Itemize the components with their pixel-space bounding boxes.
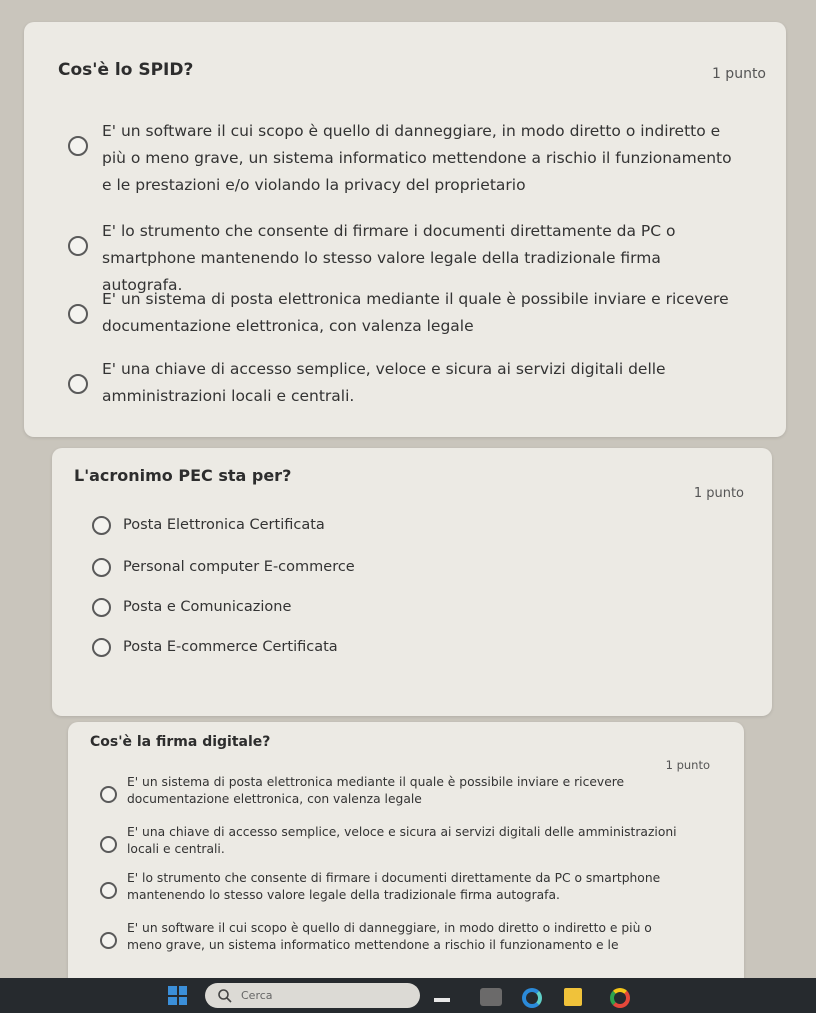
question-points: 1 punto (665, 758, 710, 772)
windows-start-icon[interactable] (168, 986, 187, 1005)
answer-label: E' un software il cui scopo è quello di … (127, 921, 652, 952)
answer-label: Posta e Comunicazione (123, 599, 292, 615)
answer-label: E' una chiave di accesso semplice, veloc… (127, 825, 677, 856)
answer-label: Posta Elettronica Certificata (123, 517, 325, 533)
search-icon (218, 988, 232, 1003)
question-title: Cos'è lo SPID? (58, 60, 194, 80)
radio-button[interactable] (100, 786, 117, 803)
answer-label: E' un sistema di posta elettronica media… (102, 290, 729, 335)
question-points: 1 punto (711, 66, 766, 82)
answer-option[interactable]: Posta Elettronica Certificata (92, 514, 325, 536)
radio-button[interactable] (68, 136, 88, 156)
question-points: 1 punto (693, 486, 744, 501)
question-title: L'acronimo PEC sta per? (74, 466, 292, 485)
chrome-icon[interactable] (610, 988, 630, 1008)
answer-label: E' lo strumento che consente di firmare … (127, 871, 661, 902)
answer-option[interactable]: Personal computer E-commerce (92, 556, 355, 578)
radio-button[interactable] (92, 558, 111, 577)
radio-button[interactable] (100, 836, 117, 853)
widget-icon[interactable] (434, 988, 450, 1002)
taskbar: Cerca (0, 978, 816, 1013)
answer-option[interactable]: E' un sistema di posta elettronica media… (68, 286, 742, 340)
question-card-pec: L'acronimo PEC sta per? 1 punto Posta El… (52, 448, 772, 716)
radio-button[interactable] (92, 638, 111, 657)
answer-option[interactable]: E' lo strumento che consente di firmare … (100, 870, 687, 904)
answer-option[interactable]: Posta e Comunicazione (92, 596, 291, 618)
search-placeholder: Cerca (241, 989, 273, 1002)
answer-label: E' un sistema di posta elettronica media… (127, 775, 625, 806)
taskbar-search-box[interactable]: Cerca (205, 983, 420, 1008)
radio-button[interactable] (68, 374, 88, 394)
radio-button[interactable] (100, 932, 117, 949)
answer-option[interactable]: Posta E-commerce Certificata (92, 636, 338, 658)
answer-option[interactable]: E' una chiave di accesso semplice, veloc… (100, 824, 687, 858)
answer-option[interactable]: E' un software il cui scopo è quello di … (100, 920, 687, 954)
answer-label: E' un software il cui scopo è quello di … (102, 122, 732, 194)
answer-option[interactable]: E' una chiave di accesso semplice, veloc… (68, 356, 742, 410)
answer-label: Posta E-commerce Certificata (123, 639, 338, 655)
radio-button[interactable] (92, 598, 111, 617)
answer-option[interactable]: E' un software il cui scopo è quello di … (68, 118, 742, 199)
radio-button[interactable] (92, 516, 111, 535)
app-icon[interactable] (480, 988, 502, 1006)
question-card-firma-digitale: Cos'è la firma digitale? 1 punto E' un s… (68, 722, 744, 1002)
edge-browser-icon[interactable] (522, 988, 542, 1008)
answer-label: Personal computer E-commerce (123, 559, 355, 575)
file-explorer-icon[interactable] (564, 988, 582, 1006)
radio-button[interactable] (68, 236, 88, 256)
answer-option[interactable]: E' un sistema di posta elettronica media… (100, 774, 687, 808)
question-title: Cos'è la firma digitale? (90, 734, 271, 750)
radio-button[interactable] (68, 304, 88, 324)
answer-label: E' una chiave di accesso semplice, veloc… (102, 360, 666, 405)
radio-button[interactable] (100, 882, 117, 899)
question-card-spid: Cos'è lo SPID? 1 punto E' un software il… (24, 22, 786, 437)
